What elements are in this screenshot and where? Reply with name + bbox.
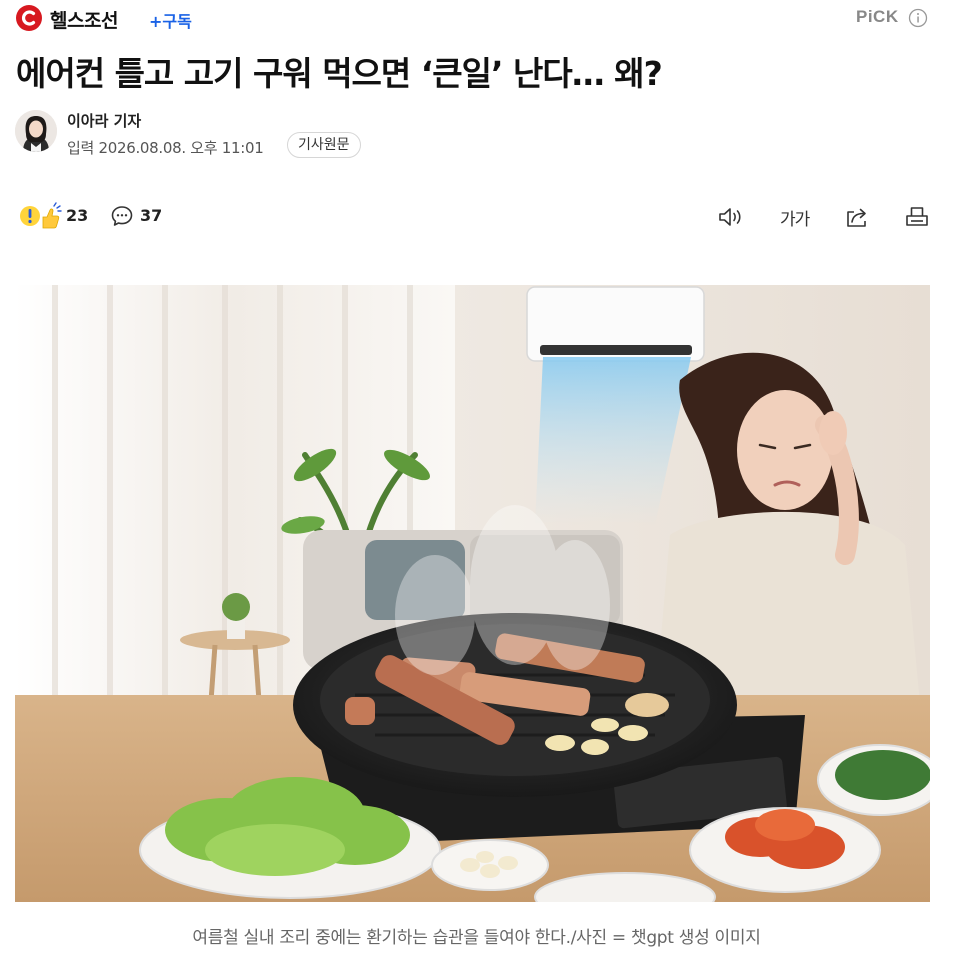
font-size-icon: 가가 bbox=[780, 210, 810, 230]
image-caption: 여름철 실내 조리 중에는 환기하는 습관을 들여야 한다./사진 = 챗gpt… bbox=[192, 928, 761, 948]
reaction-button[interactable] bbox=[18, 202, 62, 230]
font-size-button[interactable]: 가가 bbox=[780, 205, 810, 230]
reporter-avatar[interactable] bbox=[15, 110, 57, 152]
article-photo-illustration bbox=[15, 285, 930, 902]
reaction-emoji-icon bbox=[20, 202, 62, 229]
comment-count: 37 bbox=[140, 206, 163, 225]
info-icon[interactable] bbox=[908, 8, 928, 28]
print-icon[interactable] bbox=[903, 203, 931, 231]
speaker-icon[interactable] bbox=[716, 203, 744, 231]
press-logo-icon[interactable] bbox=[16, 5, 42, 31]
reaction-count: 23 bbox=[66, 206, 89, 225]
reporter-name[interactable]: 이아라 기자 bbox=[67, 110, 141, 131]
comment-icon[interactable] bbox=[110, 204, 134, 228]
article-headline: 에어컨 틀고 고기 구워 먹으면 ‘큰일’ 난다… 왜? bbox=[16, 54, 663, 93]
article-image[interactable] bbox=[15, 285, 930, 902]
original-article-button[interactable]: 기사원문 bbox=[287, 132, 361, 158]
subscribe-button[interactable]: +구독 bbox=[149, 8, 192, 32]
pick-label: PiCK bbox=[856, 7, 899, 26]
top-bar: 헬스조선 +구독 PiCK bbox=[0, 0, 953, 36]
share-icon[interactable] bbox=[843, 203, 871, 231]
press-name[interactable]: 헬스조선 bbox=[50, 6, 118, 33]
published-datetime: 입력 2026.08.08. 오후 11:01 bbox=[67, 139, 264, 157]
